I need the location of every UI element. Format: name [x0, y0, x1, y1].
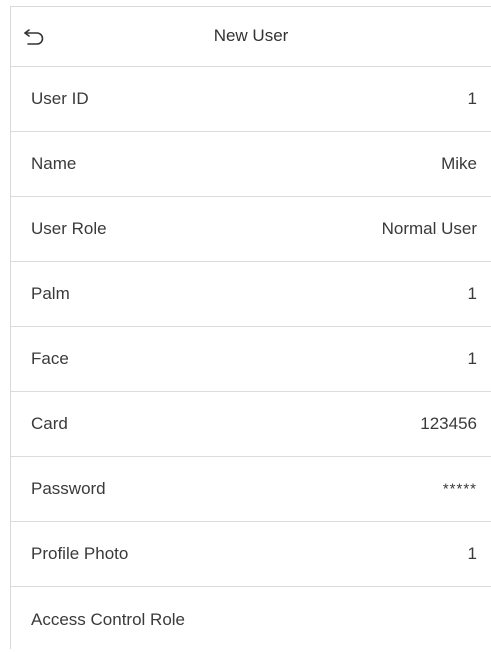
header-bar: New User — [11, 7, 491, 67]
card-row[interactable]: Card 123456 — [11, 392, 491, 457]
profile-photo-value: 1 — [467, 544, 477, 563]
user-role-value: Normal User — [381, 219, 477, 238]
face-label: Face — [31, 349, 69, 368]
face-value: 1 — [467, 349, 477, 368]
card-value: 123456 — [420, 414, 477, 433]
new-user-screen: New User User ID 1 Name Mike User Role N… — [10, 6, 491, 649]
user-role-row[interactable]: User Role Normal User — [11, 197, 491, 262]
access-control-role-row[interactable]: Access Control Role — [11, 587, 491, 652]
access-control-role-label: Access Control Role — [31, 609, 186, 629]
password-value: ***** — [442, 480, 477, 498]
page-title: New User — [213, 26, 289, 45]
profile-photo-row[interactable]: Profile Photo 1 — [11, 522, 491, 587]
palm-row[interactable]: Palm 1 — [11, 262, 491, 327]
password-row[interactable]: Password ***** — [11, 457, 491, 522]
name-row[interactable]: Name Mike — [11, 132, 491, 197]
profile-photo-label: Profile Photo — [31, 544, 129, 563]
palm-value: 1 — [467, 284, 477, 303]
user-id-label: User ID — [31, 89, 89, 108]
name-value: Mike — [441, 154, 477, 173]
user-role-label: User Role — [31, 219, 107, 238]
face-row[interactable]: Face 1 — [11, 327, 491, 392]
palm-label: Palm — [31, 284, 70, 303]
name-label: Name — [31, 154, 77, 173]
card-label: Card — [31, 414, 68, 433]
user-id-value: 1 — [467, 89, 477, 108]
user-id-row[interactable]: User ID 1 — [11, 67, 491, 132]
password-label: Password — [31, 479, 106, 498]
